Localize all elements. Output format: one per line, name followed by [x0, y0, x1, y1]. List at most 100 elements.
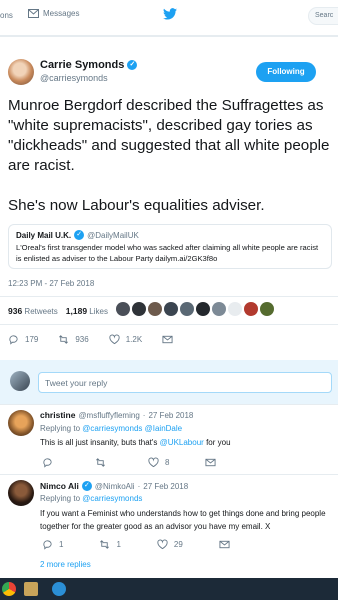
direct-message-button[interactable] — [162, 334, 173, 345]
reply-avatar[interactable] — [8, 410, 34, 436]
divider — [0, 474, 338, 475]
verified-icon: ✓ — [74, 230, 85, 240]
tweet-actions: 179 936 1.2K — [8, 334, 193, 345]
reply-text-before: This is all just insanity, buts that's — [40, 438, 158, 447]
tweet-text: Munroe Bergdorf described the Suffragett… — [8, 96, 330, 236]
reply-text-after: for you — [206, 438, 231, 447]
liker-avatar[interactable] — [132, 302, 146, 316]
separator-dot: · — [137, 481, 141, 491]
direct-message-button[interactable] — [219, 539, 230, 550]
retweet-icon — [96, 458, 105, 467]
file-explorer-icon[interactable] — [24, 582, 38, 596]
envelope-icon — [28, 9, 39, 18]
os-taskbar — [0, 578, 338, 600]
reply-button[interactable]: 1 — [42, 539, 63, 550]
mention-link[interactable]: @UKLabour — [160, 438, 204, 447]
direct-message-button[interactable] — [205, 457, 216, 468]
like-count: 29 — [173, 540, 183, 549]
verified-icon: ✓ — [81, 481, 92, 491]
tweet-timestamp[interactable]: 12:23 PM - 27 Feb 2018 — [8, 279, 94, 288]
retweet-count: 936 — [8, 306, 23, 316]
liker-avatar[interactable] — [148, 302, 162, 316]
reply-date[interactable]: 27 Feb 2018 — [148, 411, 193, 420]
reply-count: 1 — [59, 540, 64, 549]
retweet-button[interactable]: 1 — [99, 539, 121, 550]
reply-text: If you want a Feminist who understands h… — [40, 509, 326, 531]
liker-avatar[interactable] — [180, 302, 194, 316]
liker-avatar[interactable] — [196, 302, 210, 316]
divider — [0, 296, 338, 297]
retweet-action-count: 936 — [75, 335, 89, 344]
reply-button[interactable] — [42, 457, 59, 468]
liker-avatar[interactable] — [244, 302, 258, 316]
app-icon[interactable] — [52, 582, 66, 596]
quote-text: L'Oreal's first transgender model who wa… — [16, 243, 319, 263]
more-replies-link[interactable]: 2 more replies — [40, 560, 91, 569]
notifications-tab[interactable]: ons — [0, 11, 13, 20]
reply-actions: 8 — [42, 457, 252, 468]
liker-avatar[interactable] — [164, 302, 178, 316]
liker-avatar[interactable] — [260, 302, 274, 316]
reply-header: Nimco Ali ✓ @NimkoAli · 27 Feb 2018 — [40, 481, 188, 491]
reply-header: christine @msfluffyfleming · 27 Feb 2018 — [40, 410, 193, 420]
author-name[interactable]: Carrie Symonds ✓ — [40, 59, 138, 71]
reply-avatar[interactable] — [8, 480, 34, 506]
like-action-count: 1.2K — [125, 335, 143, 344]
liker-avatar[interactable] — [212, 302, 226, 316]
search-input[interactable]: Searc — [308, 7, 338, 25]
replying-to: Replying to @carriesymonds — [40, 494, 142, 503]
retweet-button[interactable] — [95, 457, 112, 468]
envelope-icon — [205, 458, 216, 467]
author-avatar[interactable] — [8, 59, 34, 85]
like-count: 8 — [165, 458, 170, 467]
heart-icon — [157, 539, 168, 550]
reply-text: This is all just insanity, buts that's @… — [40, 436, 330, 449]
reply-author-handle[interactable]: @NimkoAli — [95, 482, 135, 491]
reply-actions: 1 1 29 — [42, 539, 266, 550]
reply-icon — [43, 540, 52, 550]
messages-label: Messages — [43, 9, 80, 18]
tweet-paragraph-1: Munroe Bergdorf described the Suffragett… — [8, 97, 330, 174]
reply-author-name[interactable]: Nimco Ali — [40, 481, 79, 491]
chrome-icon[interactable] — [2, 582, 16, 596]
heart-icon — [109, 334, 120, 345]
engagement-stats: 936 Retweets 1,189 Likes — [8, 306, 108, 316]
like-button[interactable]: 8 — [148, 457, 169, 468]
retweet-icon — [100, 540, 110, 549]
reply-input[interactable]: Tweet your reply — [38, 372, 332, 393]
like-button[interactable]: 1.2K — [109, 334, 142, 345]
messages-tab[interactable]: Messages — [28, 9, 79, 18]
reply-author-handle[interactable]: @msfluffyfleming — [78, 411, 139, 420]
quoted-tweet[interactable]: Daily Mail U.K. ✓ @DailyMailUK L'Oreal's… — [8, 224, 332, 269]
replying-to-users[interactable]: @carriesymonds @IainDale — [82, 424, 182, 433]
reply-icon — [43, 458, 52, 468]
replying-to-prefix: Replying to — [40, 494, 81, 503]
following-button[interactable]: Following — [256, 62, 316, 82]
author-handle[interactable]: @carriesymonds — [40, 73, 108, 83]
replying-to-users[interactable]: @carriesymonds — [82, 494, 142, 503]
envelope-icon — [219, 540, 230, 549]
separator-dot: · — [142, 410, 146, 420]
reply-button[interactable]: 179 — [8, 334, 38, 345]
retweet-stat[interactable]: 936 Retweets — [8, 306, 58, 316]
like-count: 1,189 — [65, 306, 88, 316]
replying-to: Replying to @carriesymonds @IainDale — [40, 424, 182, 433]
reply-author-name[interactable]: christine — [40, 410, 75, 420]
reply-date[interactable]: 27 Feb 2018 — [143, 482, 188, 491]
reply-icon — [9, 335, 18, 345]
envelope-icon — [162, 335, 173, 344]
top-nav: ons Messages Searc — [0, 0, 338, 36]
heart-icon — [148, 457, 159, 468]
tweet-paragraph-2: She's now Labour's equalities adviser. — [8, 197, 265, 214]
liker-avatar[interactable] — [116, 302, 130, 316]
liker-avatar[interactable] — [228, 302, 242, 316]
current-user-avatar — [10, 371, 30, 391]
like-stat[interactable]: 1,189 Likes — [66, 306, 108, 316]
retweet-button[interactable]: 936 — [58, 334, 89, 345]
divider — [0, 36, 338, 37]
divider — [0, 404, 338, 405]
like-button[interactable]: 29 — [157, 539, 183, 550]
likes-label: Likes — [89, 307, 108, 316]
quote-author-name: Daily Mail U.K. — [16, 230, 72, 240]
twitter-bird-icon[interactable] — [163, 8, 177, 20]
